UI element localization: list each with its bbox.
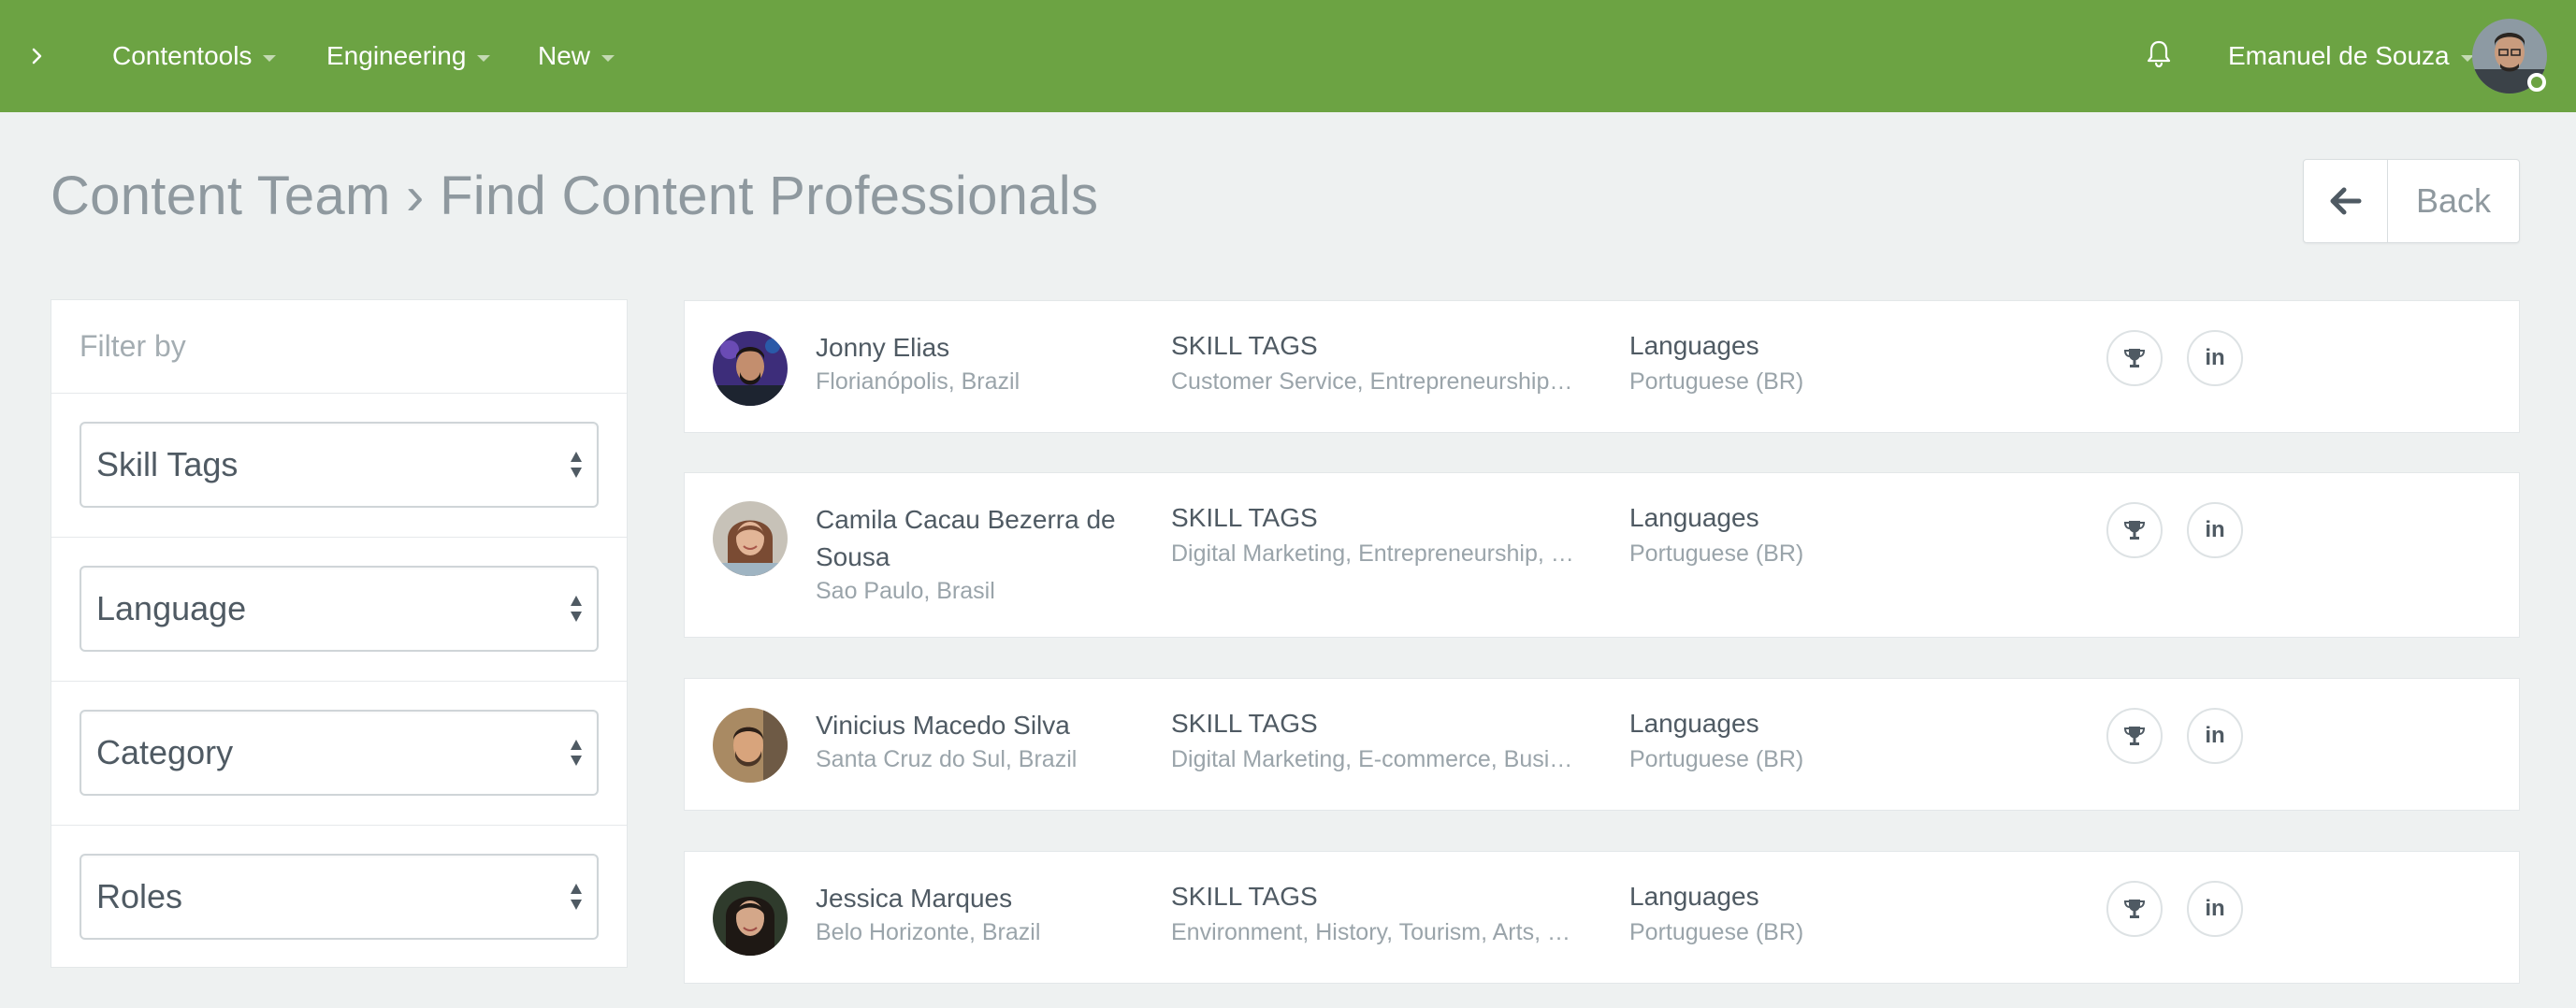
person-photo xyxy=(713,708,788,783)
linkedin-icon: in xyxy=(2205,896,2225,921)
language-select[interactable]: Language xyxy=(80,566,599,652)
select-arrows-icon xyxy=(571,884,582,910)
select-arrows-icon xyxy=(571,596,582,622)
caret-down-icon xyxy=(601,54,615,62)
filter-group-skill-tags: Skill Tags xyxy=(51,394,627,538)
caret-down-icon xyxy=(477,54,491,62)
select-arrows-icon xyxy=(571,452,582,478)
languages-value: Portuguese (BR) xyxy=(1629,368,1804,395)
user-menu[interactable]: Emanuel de Souza xyxy=(2228,37,2474,75)
person-name[interactable]: Jonny Elias xyxy=(816,329,1124,367)
skill-tags-heading: SKILL TAGS xyxy=(1171,709,1318,738)
skill-tags-value: Digital Marketing, Entrepreneurship, N.. xyxy=(1171,540,1575,567)
result-card: Jessica Marques Belo Horizonte, Brazil S… xyxy=(684,851,2520,984)
online-status-dot xyxy=(2527,73,2546,92)
person-avatar[interactable] xyxy=(713,708,788,783)
filter-group-language: Language xyxy=(51,538,627,682)
languages-heading: Languages xyxy=(1629,709,1759,738)
person-photo xyxy=(713,331,788,406)
back-icon-wrap xyxy=(2304,160,2388,242)
arrow-left-icon xyxy=(2330,187,2361,215)
bell-icon xyxy=(2147,40,2171,68)
nav-new[interactable]: New xyxy=(538,37,615,75)
sidebar-toggle-button[interactable] xyxy=(26,41,49,71)
nav-contentools[interactable]: Contentools xyxy=(112,37,277,75)
category-select-label: Category xyxy=(96,733,234,771)
user-name-label: Emanuel de Souza xyxy=(2228,41,2450,70)
linkedin-button[interactable]: in xyxy=(2187,330,2243,386)
linkedin-button[interactable]: in xyxy=(2187,502,2243,558)
linkedin-icon: in xyxy=(2205,723,2225,748)
achievements-button[interactable] xyxy=(2106,708,2163,764)
person-avatar[interactable] xyxy=(713,501,788,576)
achievements-button[interactable] xyxy=(2106,502,2163,558)
person-photo xyxy=(713,881,788,956)
select-arrows-icon xyxy=(571,740,582,766)
person-avatar[interactable] xyxy=(713,881,788,956)
person-photo xyxy=(713,501,788,576)
skill-tags-value: Customer Service, Entrepreneurship, ... xyxy=(1171,368,1575,395)
languages-heading: Languages xyxy=(1629,503,1759,532)
languages-value: Portuguese (BR) xyxy=(1629,919,1804,945)
trophy-icon xyxy=(2123,727,2146,745)
chevron-right-icon xyxy=(32,48,42,65)
nav-new-label: New xyxy=(538,41,591,70)
linkedin-icon: in xyxy=(2205,517,2225,542)
person-name[interactable]: Camila Cacau Bezerra de Sousa xyxy=(816,501,1124,576)
languages-value: Portuguese (BR) xyxy=(1629,746,1804,772)
notifications-button[interactable] xyxy=(2144,37,2174,71)
achievements-button[interactable] xyxy=(2106,330,2163,386)
person-location: Santa Cruz do Sul, Brazil xyxy=(816,746,1078,772)
achievements-button[interactable] xyxy=(2106,881,2163,937)
person-location: Belo Horizonte, Brazil xyxy=(816,919,1041,945)
languages-heading: Languages xyxy=(1629,882,1759,911)
trophy-icon xyxy=(2123,900,2146,918)
category-select[interactable]: Category xyxy=(80,710,599,796)
page-title: Content Team › Find Content Professional… xyxy=(51,166,1099,226)
nav-engineering[interactable]: Engineering xyxy=(326,37,491,75)
skill-tags-select-label: Skill Tags xyxy=(96,445,239,483)
filter-group-category: Category xyxy=(51,682,627,826)
caret-down-icon xyxy=(263,54,277,62)
top-navbar: Contentools Engineering New Emanuel de S… xyxy=(0,0,2576,112)
language-select-label: Language xyxy=(96,589,247,627)
trophy-icon xyxy=(2123,349,2146,367)
filter-group-roles: Roles xyxy=(51,826,627,970)
result-card: Jonny Elias Florianópolis, Brazil SKILL … xyxy=(684,300,2520,433)
skill-tags-value: Digital Marketing, E-commerce, Busin... xyxy=(1171,746,1575,772)
roles-select-label: Roles xyxy=(96,877,183,915)
linkedin-icon: in xyxy=(2205,345,2225,370)
nav-contentools-label: Contentools xyxy=(112,41,253,70)
filter-panel: Filter by Skill Tags Language Category R… xyxy=(51,299,628,968)
skill-tags-value: Environment, History, Tourism, Arts, F..… xyxy=(1171,919,1575,945)
result-card: Camila Cacau Bezerra de Sousa Sao Paulo,… xyxy=(684,472,2520,638)
filter-title: Filter by xyxy=(51,300,627,394)
trophy-icon xyxy=(2123,521,2146,540)
result-card: Vinicius Macedo Silva Santa Cruz do Sul,… xyxy=(684,678,2520,811)
person-name[interactable]: Vinicius Macedo Silva xyxy=(816,707,1124,744)
person-location: Sao Paulo, Brasil xyxy=(816,578,995,604)
skill-tags-select[interactable]: Skill Tags xyxy=(80,422,599,508)
person-location: Florianópolis, Brazil xyxy=(816,368,1020,395)
person-name[interactable]: Jessica Marques xyxy=(816,880,1124,917)
nav-engineering-label: Engineering xyxy=(326,41,467,70)
roles-select[interactable]: Roles xyxy=(80,854,599,940)
languages-value: Portuguese (BR) xyxy=(1629,540,1804,567)
linkedin-button[interactable]: in xyxy=(2187,881,2243,937)
person-avatar[interactable] xyxy=(713,331,788,406)
back-button[interactable]: Back xyxy=(2303,159,2520,243)
back-button-label: Back xyxy=(2415,181,2492,220)
skill-tags-heading: SKILL TAGS xyxy=(1171,331,1318,360)
skill-tags-heading: SKILL TAGS xyxy=(1171,882,1318,911)
linkedin-button[interactable]: in xyxy=(2187,708,2243,764)
languages-heading: Languages xyxy=(1629,331,1759,360)
skill-tags-heading: SKILL TAGS xyxy=(1171,503,1318,532)
